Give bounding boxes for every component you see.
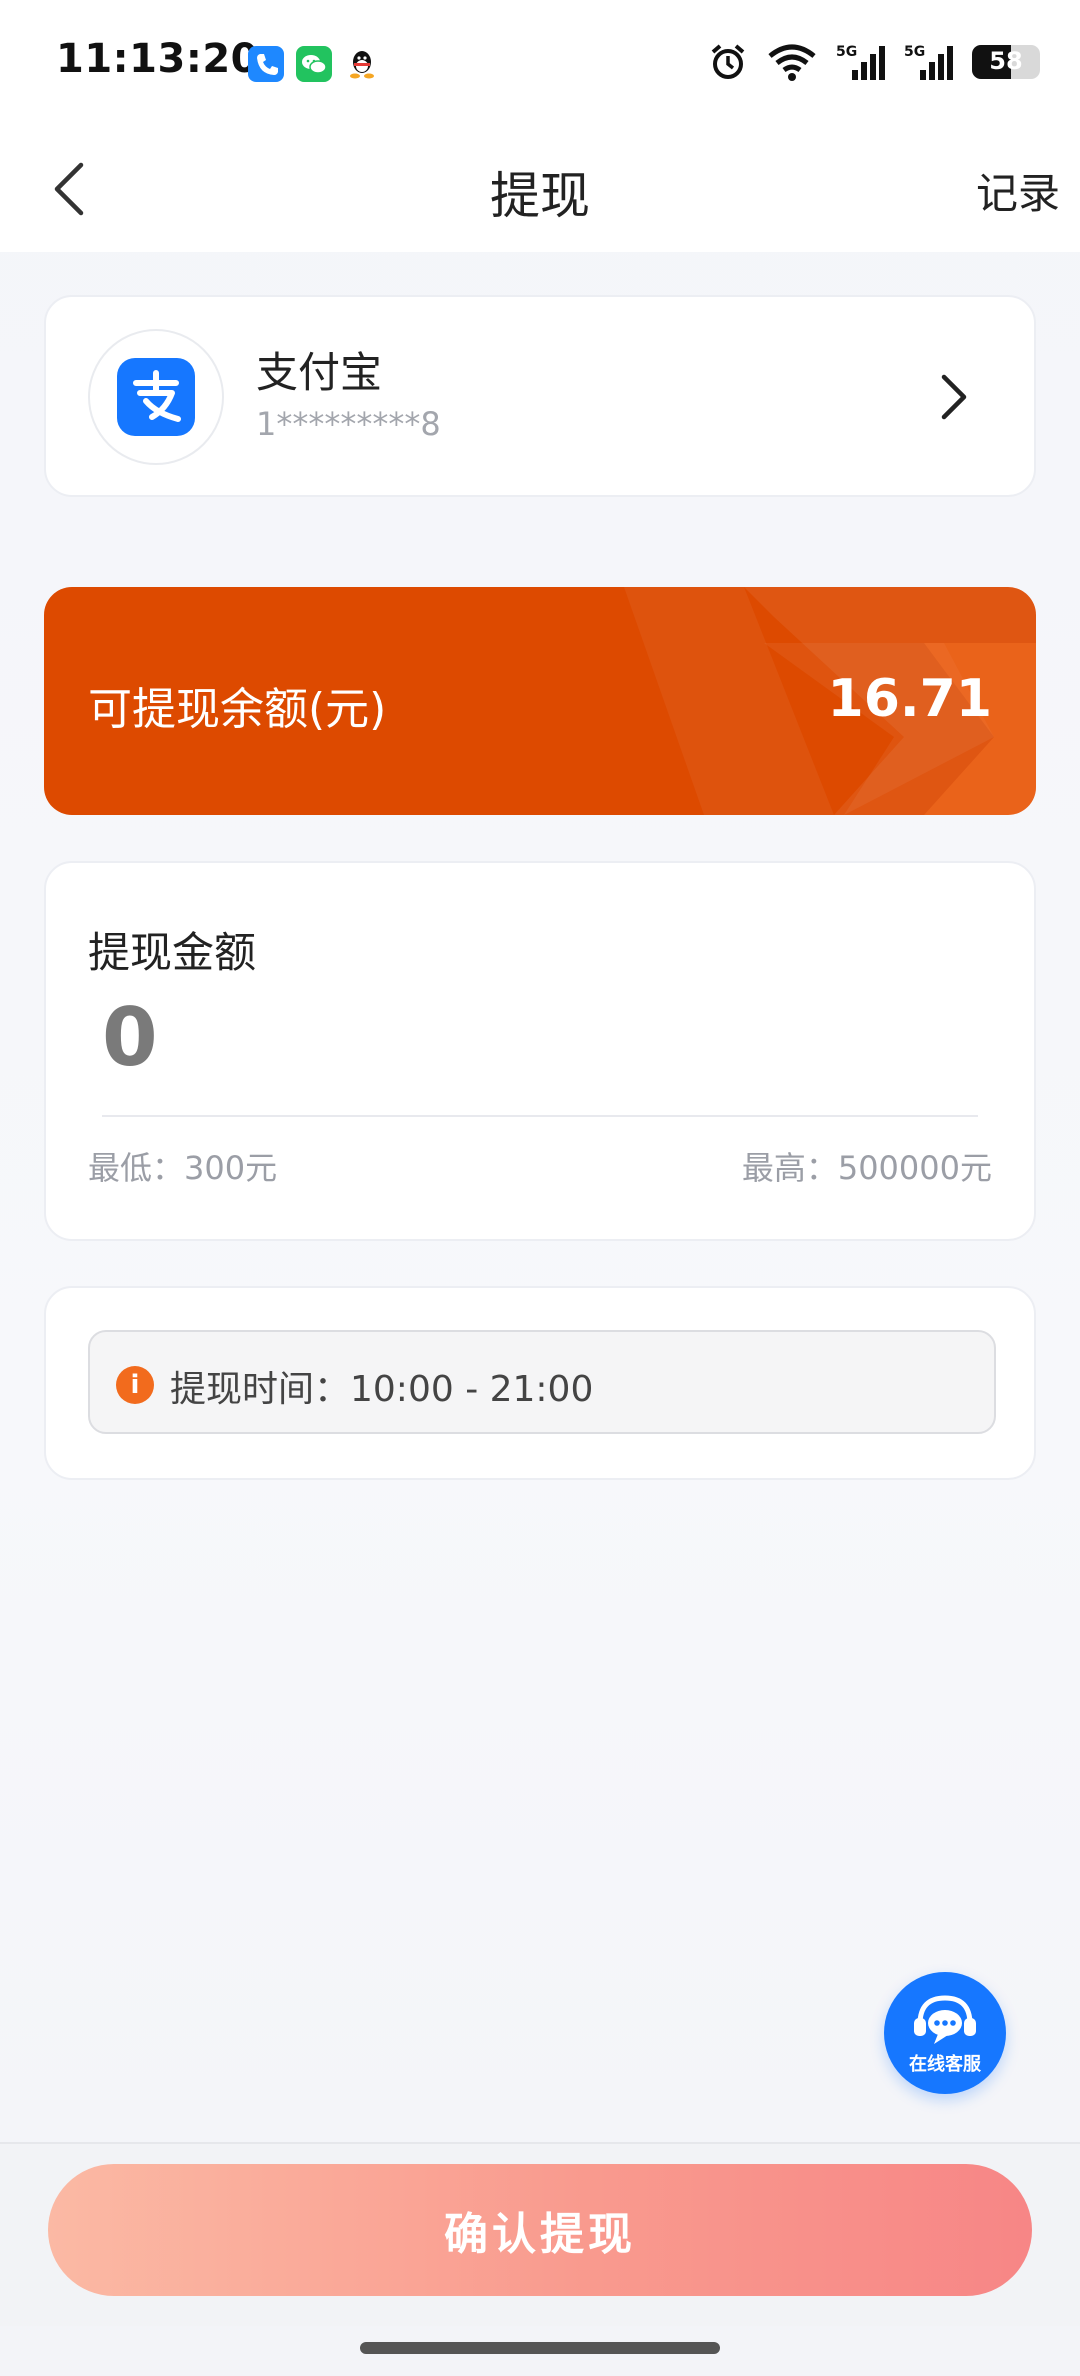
wechat-icon (296, 46, 332, 82)
withdraw-time-text: 提现时间：10:00 - 21:00 (170, 1369, 594, 1410)
system-status-icons: 5G 5G 58 (708, 40, 1040, 84)
page-title: 提现 (490, 167, 590, 225)
alarm-icon (711, 44, 745, 79)
payout-account-card[interactable]: 支付宝 1*********8 (44, 295, 1036, 497)
customer-service-button[interactable]: 在线客服 (884, 1972, 1006, 2094)
amount-underline (102, 1115, 978, 1117)
signal-5g-icon: 5G (904, 44, 953, 80)
balance-label: 可提现余额(元) (88, 684, 387, 735)
svg-text:5G: 5G (836, 44, 857, 60)
qq-icon (344, 46, 380, 82)
account-number: 1*********8 (256, 405, 441, 443)
alipay-logo (117, 358, 195, 436)
home-indicator[interactable] (360, 2342, 720, 2354)
alipay-logo-wrap (88, 329, 224, 465)
min-amount: 最低：300元 (88, 1149, 278, 1187)
status-bar: 11:13:20 5G 5G 58 (0, 0, 1080, 126)
phone-icon (248, 46, 284, 82)
headset-chat-icon (914, 1995, 976, 2044)
withdraw-time-card: i 提现时间：10:00 - 21:00 (44, 1286, 1036, 1480)
confirm-withdraw-button[interactable]: 确认提现 (48, 2164, 1032, 2296)
alipay-icon (133, 370, 181, 422)
amount-label: 提现金额 (88, 928, 257, 977)
nav-bar: 提现 记录 (0, 126, 1080, 252)
signal-5g-icon: 5G (836, 44, 885, 80)
battery-icon: 58 (972, 45, 1040, 79)
bottom-action-bar: 确认提现 (0, 2142, 1080, 2326)
balance-card: 可提现余额(元) 16.71 (44, 587, 1036, 815)
withdraw-screen: 11:13:20 5G 5G 58 提现 记录 支付宝 1*********8 … (0, 0, 1080, 2376)
withdraw-amount-card: 提现金额 最低：300元 最高：500000元 (44, 861, 1036, 1241)
withdraw-time-notice: i 提现时间：10:00 - 21:00 (88, 1330, 996, 1434)
customer-service-label: 在线客服 (909, 2054, 981, 2075)
chevron-right-icon (941, 374, 967, 420)
amount-input[interactable] (102, 987, 982, 1087)
status-time: 11:13:20 (56, 36, 259, 82)
max-amount: 最高：500000元 (741, 1149, 992, 1187)
record-link[interactable]: 记录 (976, 160, 1060, 221)
balance-value: 16.71 (827, 669, 992, 729)
account-name: 支付宝 (256, 348, 383, 397)
svg-text:5G: 5G (904, 44, 925, 60)
info-icon: i (116, 1366, 154, 1404)
battery-level: 58 (989, 47, 1023, 75)
wifi-icon (768, 44, 816, 81)
